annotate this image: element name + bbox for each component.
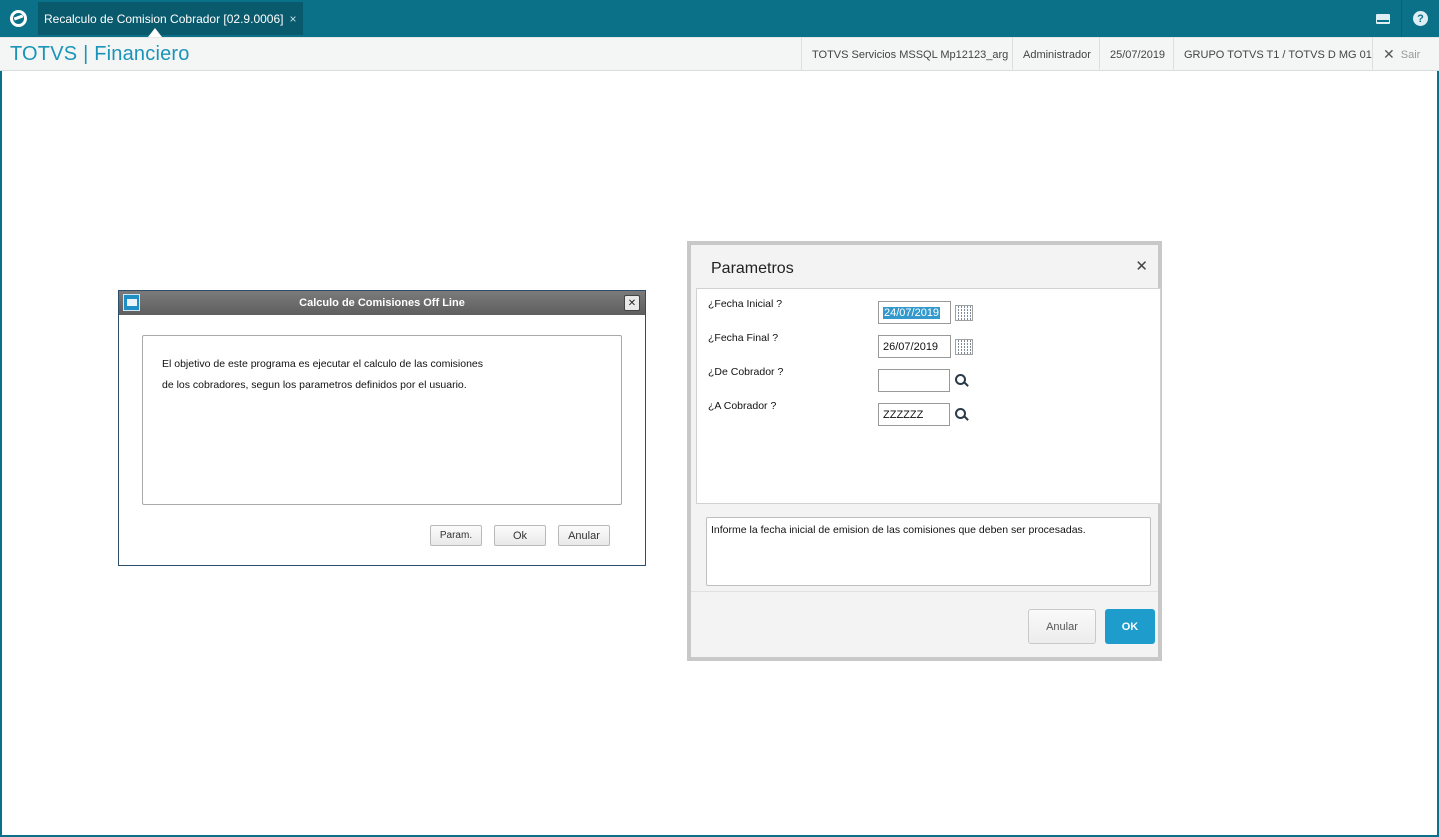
calculo-dialog-title: Calculo de Comisiones Off Line: [299, 297, 465, 309]
fecha-inicial-input[interactable]: 24/07/2019: [878, 301, 951, 324]
fecha-inicial-label: ¿Fecha Inicial ?: [708, 298, 783, 310]
ok-button[interactable]: Ok: [494, 525, 546, 546]
parametros-dialog: Parametros ✕ ¿Fecha Inicial ? 24/07/2019…: [687, 241, 1162, 661]
server-info: TOTVS Servicios MSSQL Mp12123_arg: [801, 38, 1018, 71]
brand-title: TOTVS | Financiero: [10, 43, 190, 65]
totvs-logo-icon[interactable]: [0, 0, 37, 37]
fecha-final-input[interactable]: 26/07/2019: [878, 335, 951, 358]
description-line: de los cobradores, segun los parametros …: [162, 379, 467, 391]
mail-icon[interactable]: [1364, 0, 1401, 37]
help-icon[interactable]: ?: [1402, 0, 1439, 37]
calculo-dialog: Calculo de Comisiones Off Line ✕ El obje…: [118, 290, 646, 566]
a-cobrador-input[interactable]: ZZZZZZ: [878, 403, 950, 426]
a-cobrador-label: ¿A Cobrador ?: [708, 400, 777, 412]
calculo-dialog-close-icon[interactable]: ✕: [624, 295, 640, 311]
de-cobrador-label: ¿De Cobrador ?: [708, 366, 784, 378]
app-header: TOTVS | Financiero TOTVS Servicios MSSQL…: [0, 37, 1439, 71]
anular-button[interactable]: Anular: [1028, 609, 1096, 644]
help-text-box: Informe la fecha inicial de emision de l…: [706, 517, 1151, 586]
calendar-icon[interactable]: [955, 339, 973, 355]
fecha-final-value: 26/07/2019: [883, 340, 939, 353]
tab-recalculo-comision[interactable]: Recalculo de Comision Cobrador [02.9.000…: [38, 2, 303, 35]
close-icon: ✕: [1383, 46, 1395, 62]
calendar-icon[interactable]: [955, 305, 973, 321]
user-info: Administrador: [1012, 38, 1101, 71]
de-cobrador-input[interactable]: [878, 369, 950, 392]
description-box: El objetivo de este programa es ejecutar…: [142, 335, 622, 505]
window-app-icon: [123, 294, 140, 311]
parametros-dialog-close-icon[interactable]: ✕: [1135, 257, 1148, 275]
exit-button[interactable]: ✕ Sair: [1372, 38, 1439, 71]
search-icon[interactable]: [955, 374, 969, 388]
search-icon[interactable]: [955, 408, 969, 422]
parametros-form: ¿Fecha Inicial ? 24/07/2019 ¿Fecha Final…: [696, 288, 1161, 504]
parametros-dialog-title: Parametros: [711, 260, 794, 277]
group-info: GRUPO TOTVS T1 / TOTVS D MG 01: [1173, 38, 1382, 71]
calculo-dialog-titlebar[interactable]: Calculo de Comisiones Off Line ✕: [119, 291, 645, 315]
tab-close-icon[interactable]: ×: [289, 12, 296, 26]
description-line: El objetivo de este programa es ejecutar…: [162, 358, 484, 370]
tab-label: Recalculo de Comision Cobrador [02.9.000…: [44, 11, 284, 26]
ok-button[interactable]: OK: [1105, 609, 1155, 644]
param-button[interactable]: Param.: [430, 525, 482, 546]
help-text: Informe la fecha inicial de emision de l…: [711, 524, 1086, 536]
footer-divider: [691, 591, 1158, 592]
anular-button[interactable]: Anular: [558, 525, 610, 546]
fecha-final-label: ¿Fecha Final ?: [708, 332, 779, 344]
date-info: 25/07/2019: [1099, 38, 1175, 71]
top-bar: Recalculo de Comision Cobrador [02.9.000…: [0, 0, 1439, 37]
fecha-inicial-value: 24/07/2019: [883, 306, 941, 319]
exit-label: Sair: [1400, 48, 1421, 61]
tab-caret-icon: [148, 28, 162, 37]
a-cobrador-value: ZZZZZZ: [883, 408, 924, 421]
